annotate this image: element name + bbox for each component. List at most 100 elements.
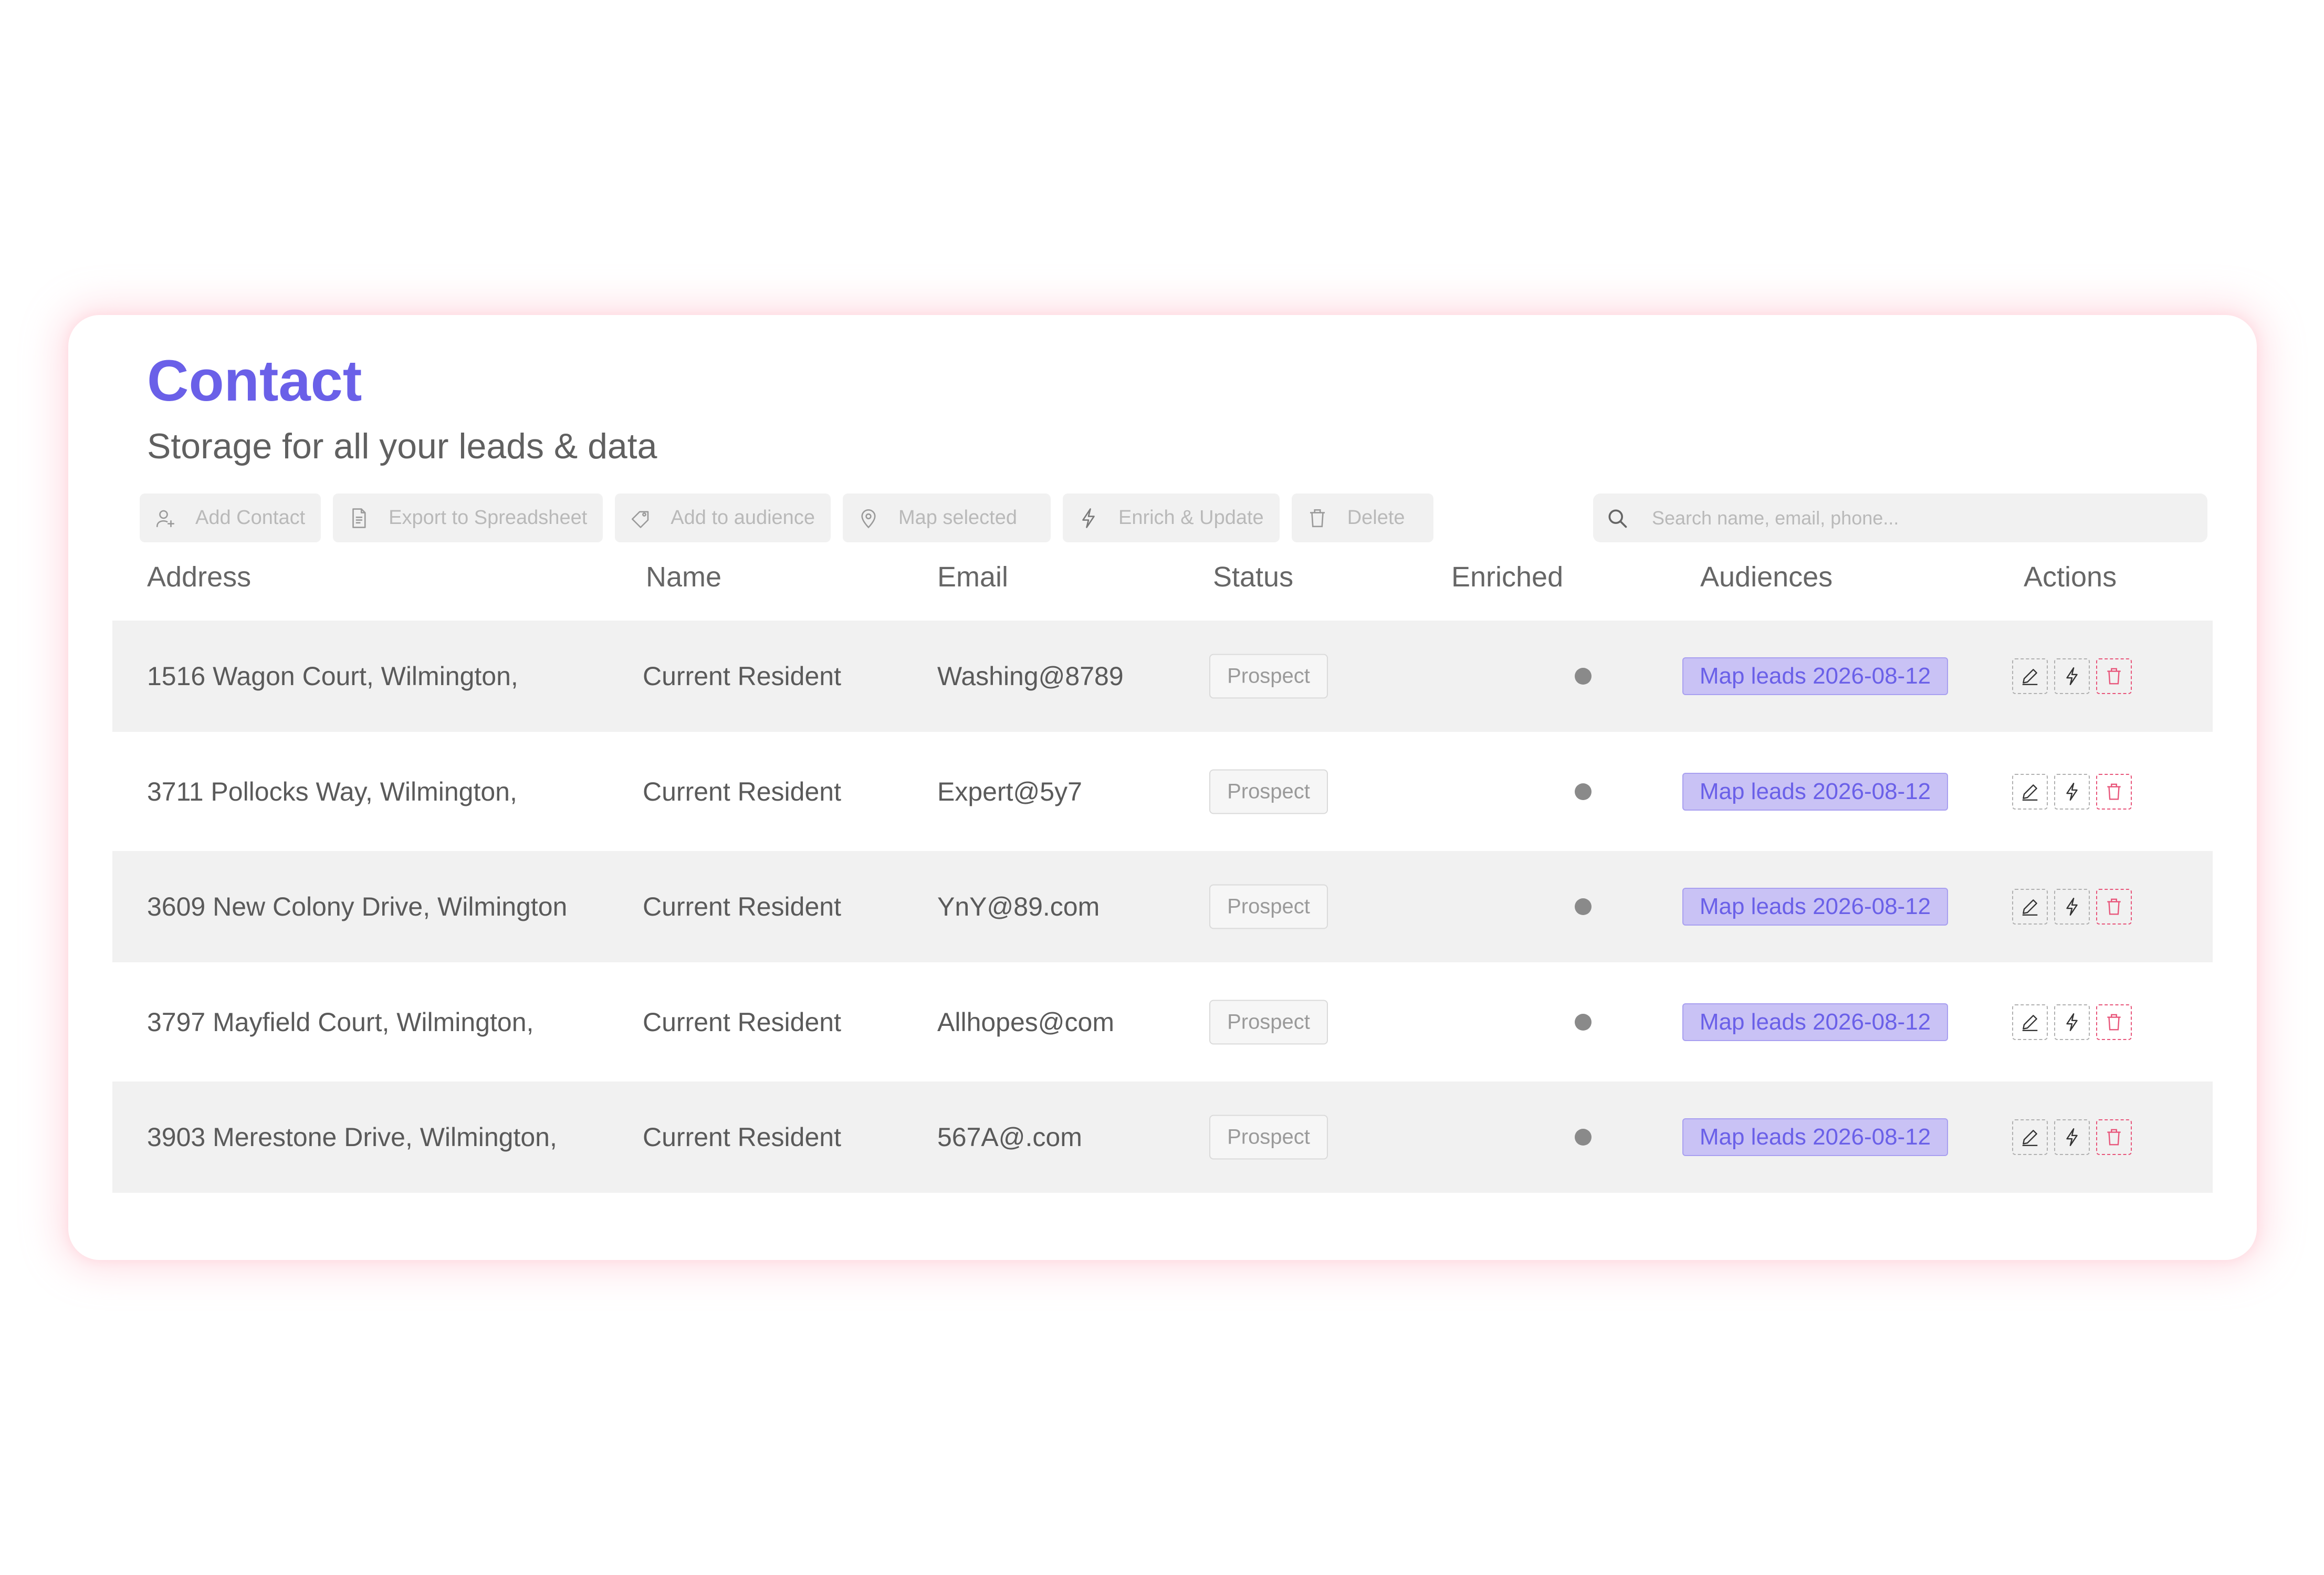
map-pin-icon bbox=[861, 509, 876, 528]
lightning-icon bbox=[2066, 782, 2078, 801]
page-subtitle: Storage for all your leads & data bbox=[147, 426, 657, 466]
name-cell: Current Resident bbox=[643, 892, 841, 921]
row-actions bbox=[2012, 773, 2132, 810]
address-cell: 3711 Pollocks Way, Wilmington, bbox=[147, 776, 517, 806]
column-header-name[interactable]: Name bbox=[646, 561, 721, 593]
status-badge: Prospect bbox=[1209, 1115, 1328, 1160]
search-input[interactable] bbox=[1652, 507, 2124, 529]
email-cell: YnY@89.com bbox=[937, 892, 1100, 921]
map-selected-button[interactable]: Map selected bbox=[842, 494, 1051, 542]
email-cell: 567A@.com bbox=[937, 1122, 1082, 1152]
contact-card: Contact Storage for all your leads & dat… bbox=[68, 315, 2257, 1260]
row-actions bbox=[2012, 889, 2132, 925]
edit-icon bbox=[2022, 669, 2038, 686]
edit-button[interactable] bbox=[2012, 1004, 2048, 1040]
status-badge: Prospect bbox=[1209, 884, 1328, 929]
edit-icon bbox=[2022, 899, 2038, 916]
delete-row-button[interactable] bbox=[2096, 658, 2132, 694]
table-row[interactable]: 1516 Wagon Court, Wilmington, Current Re… bbox=[112, 621, 2213, 732]
address-cell: 3797 Mayfield Court, Wilmington, bbox=[147, 1007, 534, 1037]
name-cell: Current Resident bbox=[643, 1122, 841, 1152]
enriched-indicator bbox=[1575, 1129, 1592, 1146]
edit-button[interactable] bbox=[2012, 889, 2048, 925]
audience-tag[interactable]: Map leads 2026-08-12 bbox=[1682, 1118, 1948, 1156]
audience-tag[interactable]: Map leads 2026-08-12 bbox=[1682, 888, 1948, 926]
address-cell: 3609 New Colony Drive, Wilmington bbox=[147, 892, 568, 921]
delete-row-button[interactable] bbox=[2096, 1119, 2132, 1155]
column-header-enriched[interactable]: Enriched bbox=[1451, 561, 1563, 593]
trash-icon bbox=[1310, 509, 1325, 527]
audience-tag[interactable]: Map leads 2026-08-12 bbox=[1682, 1003, 1948, 1041]
table-row[interactable]: 3711 Pollocks Way, Wilmington, Current R… bbox=[112, 732, 2213, 851]
row-actions bbox=[2012, 658, 2132, 694]
column-header-address[interactable]: Address bbox=[147, 561, 251, 593]
document-icon bbox=[352, 508, 366, 528]
edit-button[interactable] bbox=[2012, 658, 2048, 694]
enrich-button[interactable] bbox=[2054, 889, 2090, 925]
add-contact-label: Add Contact bbox=[195, 507, 306, 529]
audience-tag[interactable]: Map leads 2026-08-12 bbox=[1682, 657, 1948, 695]
lightning-icon bbox=[1082, 508, 1095, 528]
delete-row-button[interactable] bbox=[2096, 889, 2132, 925]
row-actions bbox=[2012, 1119, 2132, 1155]
column-header-actions: Actions bbox=[2024, 561, 2117, 593]
lightning-icon bbox=[2066, 897, 2078, 916]
name-cell: Current Resident bbox=[643, 776, 841, 806]
export-spreadsheet-button[interactable]: Export to Spreadsheet bbox=[333, 494, 603, 542]
address-cell: 3903 Merestone Drive, Wilmington, bbox=[147, 1122, 557, 1152]
email-cell: Allhopes@com bbox=[937, 1007, 1115, 1037]
table-row[interactable]: 3903 Merestone Drive, Wilmington, Curren… bbox=[112, 1082, 2213, 1193]
table-row[interactable]: 3609 New Colony Drive, Wilmington Curren… bbox=[112, 851, 2213, 962]
add-to-audience-label: Add to audience bbox=[671, 507, 815, 529]
add-to-audience-button[interactable]: Add to audience bbox=[615, 494, 831, 542]
delete-label: Delete bbox=[1347, 507, 1405, 529]
enrich-button[interactable] bbox=[2054, 1004, 2090, 1040]
edit-icon bbox=[2022, 1014, 2038, 1031]
column-header-email[interactable]: Email bbox=[937, 561, 1008, 593]
table-row[interactable]: 3797 Mayfield Court, Wilmington, Current… bbox=[112, 962, 2213, 1082]
delete-row-button[interactable] bbox=[2096, 773, 2132, 810]
enrich-button[interactable] bbox=[2054, 658, 2090, 694]
trash-icon bbox=[2107, 898, 2121, 915]
map-selected-label: Map selected bbox=[898, 507, 1017, 529]
column-header-status[interactable]: Status bbox=[1213, 561, 1293, 593]
trash-icon bbox=[2107, 1014, 2121, 1030]
trash-icon bbox=[2107, 1129, 2121, 1146]
status-badge: Prospect bbox=[1209, 654, 1328, 699]
page-title: Contact bbox=[147, 349, 362, 413]
table-header: Address Name Email Status Enriched Audie… bbox=[68, 546, 2257, 598]
delete-button[interactable]: Delete bbox=[1291, 494, 1433, 542]
enrich-update-button[interactable]: Enrich & Update bbox=[1062, 494, 1280, 542]
audience-tag[interactable]: Map leads 2026-08-12 bbox=[1682, 772, 1948, 811]
search-icon bbox=[1608, 509, 1627, 528]
status-badge: Prospect bbox=[1209, 1000, 1328, 1044]
name-cell: Current Resident bbox=[643, 1007, 841, 1037]
enriched-indicator bbox=[1575, 668, 1592, 685]
tag-icon bbox=[632, 510, 649, 528]
address-cell: 1516 Wagon Court, Wilmington, bbox=[147, 662, 518, 691]
enrich-button[interactable] bbox=[2054, 773, 2090, 810]
add-contact-button[interactable]: Add Contact bbox=[140, 494, 321, 542]
column-header-audiences[interactable]: Audiences bbox=[1700, 561, 1833, 593]
row-actions bbox=[2012, 1004, 2132, 1040]
enrich-button[interactable] bbox=[2054, 1119, 2090, 1155]
user-add-icon bbox=[156, 510, 175, 527]
search-box[interactable] bbox=[1593, 494, 2207, 542]
enriched-indicator bbox=[1575, 1013, 1592, 1031]
trash-icon bbox=[2107, 668, 2121, 685]
status-badge: Prospect bbox=[1209, 769, 1328, 814]
edit-button[interactable] bbox=[2012, 773, 2048, 810]
table-body: 1516 Wagon Court, Wilmington, Current Re… bbox=[112, 621, 2213, 1193]
edit-icon bbox=[2022, 1130, 2038, 1147]
delete-row-button[interactable] bbox=[2096, 1004, 2132, 1040]
lightning-icon bbox=[2066, 667, 2078, 686]
edit-icon bbox=[2022, 784, 2038, 801]
name-cell: Current Resident bbox=[643, 662, 841, 691]
lightning-icon bbox=[2066, 1013, 2078, 1031]
enriched-indicator bbox=[1575, 898, 1592, 915]
trash-icon bbox=[2107, 783, 2121, 800]
lightning-icon bbox=[2066, 1128, 2078, 1147]
email-cell: Washing@8789 bbox=[937, 662, 1124, 691]
edit-button[interactable] bbox=[2012, 1119, 2048, 1155]
toolbar: Add Contact Export to Spreadsheet Add to… bbox=[140, 494, 1433, 542]
